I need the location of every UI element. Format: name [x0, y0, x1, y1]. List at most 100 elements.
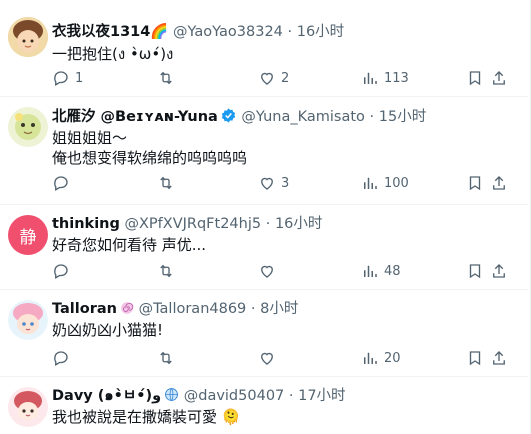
display-name[interactable]: 衣我以夜1314🌈 [52, 24, 168, 40]
share-button[interactable] [490, 261, 508, 281]
share-icon [493, 176, 505, 190]
tweet-header: thinking @XPfXVJRqFt24hj5 · 16小时 [52, 213, 322, 235]
tweet-text: 姐姐姐姐～ 俺也想变得软绵绵的呜呜呜呜 [52, 129, 248, 167]
views-icon [364, 72, 377, 84]
tweet-text: 我也被說是在撒嬌裝可愛 🫠 [52, 408, 241, 426]
share-icon [493, 71, 505, 85]
share-button[interactable] [490, 348, 508, 368]
views-button[interactable]: 48 [361, 261, 401, 281]
views-icon [364, 352, 377, 364]
display-name[interactable]: Talloran [52, 301, 117, 317]
avatar-letter: 静 [19, 227, 37, 248]
separator: · [288, 388, 294, 404]
views-icon [364, 265, 377, 277]
bookmark-button[interactable] [466, 348, 484, 368]
bookmark-icon [469, 176, 481, 191]
handle[interactable]: @XPfXVJRqFt24hj5 [124, 216, 261, 232]
heart-icon [261, 72, 273, 85]
timestamp[interactable]: 17小时 [298, 388, 345, 404]
display-name[interactable]: thinking [52, 216, 120, 232]
tweet-header: Davy (๑•̀ㅂ•́)و @david50407 · 17小时 [52, 385, 346, 407]
bookmark-button[interactable] [466, 261, 484, 281]
handle[interactable]: @Yuna_Kamisato [241, 109, 365, 125]
bookmark-button[interactable] [466, 68, 484, 88]
tweet-header: 衣我以夜1314🌈 @YaoYao38324 · 16小时 [52, 21, 344, 43]
retweet-button[interactable] [157, 261, 180, 281]
like-count: 2 [281, 70, 290, 86]
display-name[interactable]: 北雁汐 @Beɪʏᴀɴ-Yuna [52, 109, 218, 125]
tweet[interactable]: Talloran @Talloran4869 · 8小时 奶凶奶凶小猫猫! 20 [0, 290, 528, 377]
reply-button[interactable] [52, 173, 75, 193]
views-button[interactable]: 113 [361, 68, 409, 88]
tweet[interactable]: Davy (๑•̀ㅂ•́)و @david50407 · 17小时 我也被說是在… [0, 377, 528, 434]
spiral-icon [121, 302, 134, 314]
tweet[interactable]: 北雁汐 @Beɪʏᴀɴ-Yuna @Yuna_Kamisato · 15小时 姐… [0, 97, 528, 205]
separator: · [250, 301, 256, 317]
tweet[interactable]: 静 thinking @XPfXVJRqFt24hj5 · 16小时 好奇您如何… [0, 205, 528, 290]
retweet-icon [160, 351, 172, 365]
heart-icon [261, 265, 273, 278]
views-count: 100 [384, 175, 409, 191]
separator: · [369, 109, 375, 125]
separator: · [265, 216, 271, 232]
retweet-button[interactable] [157, 348, 180, 368]
tweet-text: 奶凶奶凶小猫猫! [52, 321, 164, 339]
share-icon [493, 351, 505, 365]
timestamp[interactable]: 16小时 [275, 216, 322, 232]
reply-icon [54, 351, 68, 366]
tweet-actions: 3 100 [52, 173, 506, 193]
bookmark-button[interactable] [466, 173, 484, 193]
reply-button[interactable] [52, 261, 75, 281]
tweet[interactable]: 衣我以夜1314🌈 @YaoYao38324 · 16小时 一把抱住(ง •̀ω… [0, 0, 528, 97]
heart-icon [261, 177, 273, 190]
avatar[interactable] [8, 17, 48, 57]
avatar[interactable] [8, 387, 48, 427]
handle[interactable]: @Talloran4869 [139, 301, 247, 317]
views-button[interactable]: 100 [361, 173, 409, 193]
tweet-actions: 1 2 113 [52, 68, 506, 88]
reply-icon [54, 264, 68, 279]
handle[interactable]: @david50407 [184, 388, 285, 404]
bookmark-icon [469, 351, 481, 366]
reply-button[interactable] [52, 348, 75, 368]
share-button[interactable] [490, 173, 508, 193]
retweet-icon [160, 176, 172, 190]
like-count: 3 [281, 175, 290, 191]
heart-icon [261, 352, 273, 365]
handle[interactable]: @YaoYao38324 [173, 24, 283, 40]
retweet-icon [160, 264, 172, 278]
retweet-button[interactable] [157, 173, 180, 193]
tweet-text: 好奇您如何看待 声优... [52, 236, 207, 254]
separator: · [287, 24, 293, 40]
verified-badge-icon [221, 108, 235, 123]
views-count: 48 [384, 263, 401, 279]
timestamp[interactable]: 16小时 [297, 24, 344, 40]
share-icon [493, 264, 505, 278]
tweet-header: Talloran @Talloran4869 · 8小时 [52, 298, 298, 320]
views-icon [364, 177, 377, 189]
timestamp[interactable]: 15小时 [379, 109, 426, 125]
timestamp[interactable]: 8小时 [260, 301, 298, 317]
like-button[interactable]: 2 [258, 68, 289, 88]
tweet-actions: 20 [52, 348, 506, 368]
timeline: 衣我以夜1314🌈 @YaoYao38324 · 16小时 一把抱住(ง •̀ω… [0, 0, 531, 434]
like-button[interactable]: 3 [258, 173, 289, 193]
retweet-button[interactable] [157, 68, 180, 88]
views-count: 20 [384, 350, 401, 366]
avatar[interactable]: 静 [8, 215, 48, 255]
display-name[interactable]: Davy (๑•̀ㅂ•́)و [52, 388, 161, 404]
avatar[interactable] [8, 107, 48, 147]
views-button[interactable]: 20 [361, 348, 401, 368]
reply-button[interactable]: 1 [52, 68, 83, 88]
share-button[interactable] [490, 68, 508, 88]
like-button[interactable] [258, 348, 281, 368]
retweet-icon [160, 71, 172, 85]
reply-count: 1 [75, 70, 84, 86]
tweet-text: 一把抱住(ง •̀ω•́)ง [52, 45, 174, 63]
tweet-header: 北雁汐 @Beɪʏᴀɴ-Yuna @Yuna_Kamisato · 15小时 [52, 106, 426, 128]
reply-icon [54, 71, 68, 86]
avatar[interactable] [8, 300, 48, 340]
tweet-actions: 48 [52, 261, 506, 281]
like-button[interactable] [258, 261, 281, 281]
reply-icon [54, 176, 68, 191]
